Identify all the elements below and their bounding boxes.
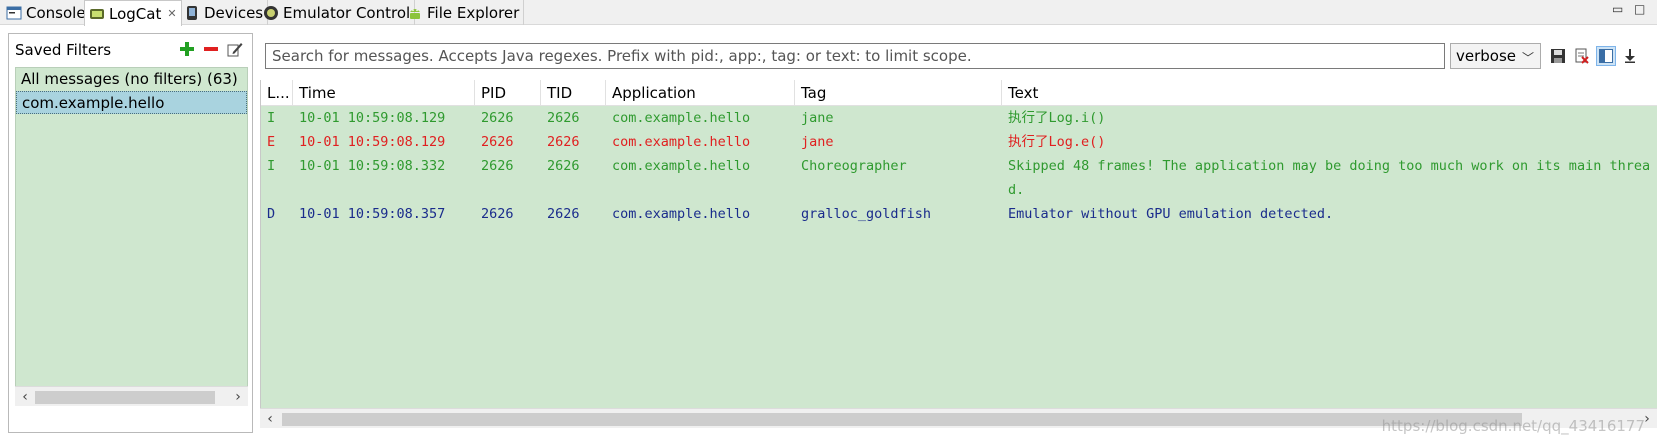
log-cell-pid: 2626 — [481, 134, 514, 150]
log-row[interactable]: D 10-01 10:59:08.357 2626 2626 com.example.h… — [261, 202, 1657, 226]
log-table-header: L... Time PID TID Application Tag Text — [261, 80, 1657, 106]
tab-label: LogCat — [109, 4, 162, 23]
log-cell-pid: 2626 — [481, 206, 514, 222]
minus-icon — [204, 47, 218, 51]
log-cell-tag: jane — [801, 110, 834, 126]
tab-label: Devices — [204, 3, 264, 22]
filters-list: All messages (no filters) (63) com.examp… — [15, 67, 248, 405]
tab-devices[interactable]: Devices — [180, 0, 269, 25]
tab-file-explorer[interactable]: File Explorer — [403, 0, 525, 25]
log-cell-text: 执行了Log.e() — [1008, 134, 1106, 150]
panel-toggle-icon — [1599, 49, 1613, 63]
tab-label: Emulator Control — [283, 3, 411, 22]
log-cell-tag: gralloc_goldfish — [801, 206, 932, 222]
log-cell-tag: Choreographer — [801, 158, 907, 174]
log-cell-level: D — [267, 206, 276, 222]
column-header-pid[interactable]: PID — [475, 80, 541, 106]
column-header-time[interactable]: Time — [293, 80, 475, 106]
save-icon — [1551, 49, 1565, 63]
filters-horizontal-scrollbar[interactable]: ‹ › — [15, 386, 248, 406]
log-cell-time: 10-01 10:59:08.129 — [299, 110, 446, 126]
search-input[interactable]: Search for messages. Accepts Java regexe… — [265, 43, 1445, 69]
tab-console[interactable]: Console — [2, 0, 91, 25]
log-cell-pid: 2626 — [481, 158, 514, 174]
filter-item-all-messages[interactable]: All messages (no filters) (63) — [16, 68, 247, 91]
tab-label: File Explorer — [427, 3, 520, 22]
close-icon[interactable]: ✕ — [167, 7, 176, 20]
column-header-text[interactable]: Text — [1002, 80, 1657, 106]
log-row[interactable]: I 10-01 10:59:08.129 2626 2626 com.example.h… — [261, 106, 1657, 130]
log-cell-app: com.example.hello — [612, 134, 751, 150]
log-cell-app: com.example.hello — [612, 206, 751, 222]
column-header-level[interactable]: L... — [261, 80, 293, 106]
logcat-toolbar — [1548, 46, 1640, 66]
log-cell-level: E — [267, 134, 276, 150]
log-cell-time: 10-01 10:59:08.332 — [299, 158, 446, 174]
log-table: L... Time PID TID Application Tag Text I… — [260, 80, 1657, 408]
log-cell-tid: 2626 — [547, 110, 580, 126]
emulator-control-icon — [263, 5, 279, 21]
log-cell-text: Skipped 48 frames! The application may b… — [1008, 158, 1651, 198]
scrollbar-thumb[interactable] — [35, 391, 215, 404]
tab-emulator-control[interactable]: Emulator Control — [259, 0, 416, 25]
log-cell-level: I — [267, 158, 276, 174]
log-cell-level: I — [267, 110, 276, 126]
view-tab-bar: Console LogCat ✕ Devices Emulator Contro… — [0, 0, 1657, 26]
scroll-left-icon[interactable]: ‹ — [17, 387, 33, 407]
saved-filters-panel: Saved Filters All messages (no filters) … — [8, 33, 253, 433]
android-icon — [407, 5, 423, 21]
log-cell-text: 执行了Log.i() — [1008, 110, 1106, 126]
console-icon — [6, 5, 22, 21]
column-header-application[interactable]: Application — [606, 80, 795, 106]
minimize-icon[interactable]: ▭ — [1612, 2, 1623, 16]
scroll-right-icon[interactable]: › — [230, 387, 246, 407]
log-cell-time: 10-01 10:59:08.357 — [299, 206, 446, 222]
log-cell-time: 10-01 10:59:08.129 — [299, 134, 446, 150]
log-row[interactable]: I 10-01 10:59:08.332 2626 2626 com.example.h… — [261, 154, 1657, 202]
tab-logcat[interactable]: LogCat ✕ — [84, 0, 182, 26]
scroll-to-end-icon — [1625, 49, 1635, 63]
filter-item-com-example-hello[interactable]: com.example.hello — [16, 91, 247, 114]
clear-log-button[interactable] — [1572, 46, 1592, 66]
watermark: https://blog.csdn.net/qq_43416177 — [1381, 417, 1645, 435]
scroll-left-icon[interactable]: ‹ — [262, 409, 278, 429]
scrollbar-thumb[interactable] — [282, 413, 1522, 426]
remove-filter-button[interactable] — [202, 40, 220, 58]
chevron-down-icon: ﹀ — [1521, 51, 1534, 65]
plus-icon — [180, 42, 194, 56]
log-row[interactable]: E 10-01 10:59:08.129 2626 2626 com.example.h… — [261, 130, 1657, 154]
add-filter-button[interactable] — [178, 40, 196, 58]
log-cell-tag: jane — [801, 134, 834, 150]
log-cell-pid: 2626 — [481, 110, 514, 126]
clear-log-icon — [1575, 48, 1589, 64]
log-level-select[interactable]: verbose ﹀ — [1450, 43, 1541, 69]
log-rows: I 10-01 10:59:08.129 2626 2626 com.example.h… — [261, 106, 1657, 226]
logcat-icon — [89, 6, 105, 22]
toggle-filters-panel-button[interactable] — [1596, 46, 1616, 66]
edit-filter-button[interactable] — [226, 40, 244, 58]
column-header-tag[interactable]: Tag — [795, 80, 1002, 106]
log-cell-text: Emulator without GPU emulation detected. — [1008, 206, 1334, 222]
scroll-lock-button[interactable] — [1620, 46, 1640, 66]
column-header-tid[interactable]: TID — [541, 80, 606, 106]
log-cell-app: com.example.hello — [612, 110, 751, 126]
log-cell-tid: 2626 — [547, 158, 580, 174]
log-cell-app: com.example.hello — [612, 158, 751, 174]
maximize-icon[interactable]: □ — [1634, 2, 1645, 16]
log-cell-tid: 2626 — [547, 134, 580, 150]
tab-label: Console — [26, 3, 86, 22]
log-cell-tid: 2626 — [547, 206, 580, 222]
save-log-button[interactable] — [1548, 46, 1568, 66]
devices-icon — [184, 5, 200, 21]
edit-icon — [227, 43, 243, 57]
saved-filters-title: Saved Filters — [15, 41, 112, 59]
log-level-value: verbose — [1456, 47, 1517, 65]
filter-actions — [178, 40, 244, 58]
